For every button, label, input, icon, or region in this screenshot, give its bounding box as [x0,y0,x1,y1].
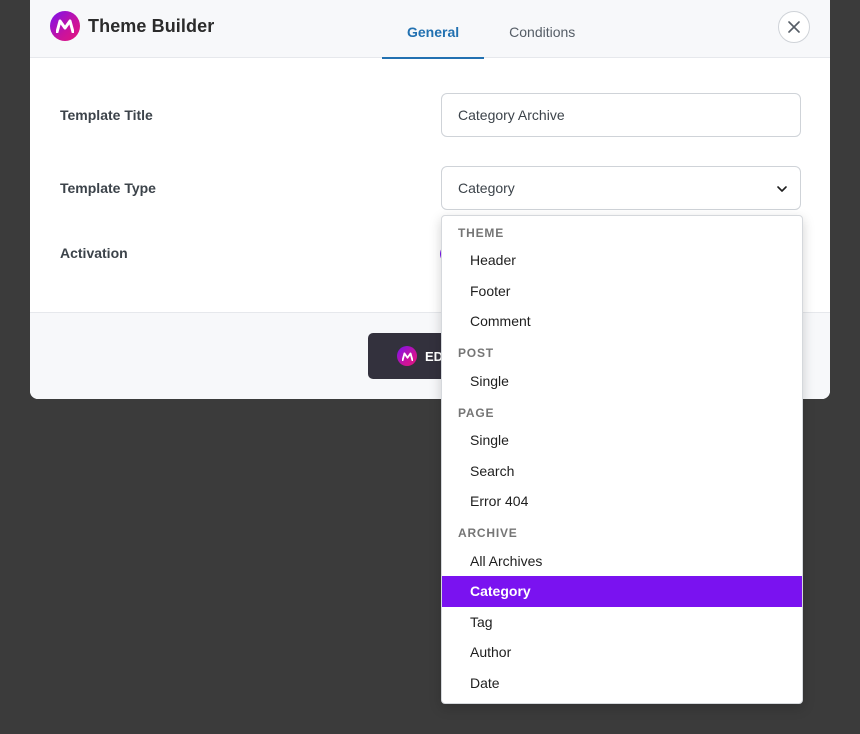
template-type-dropdown: THEME Header Footer Comment POST Single … [441,215,803,704]
app-title: Theme Builder [88,16,215,36]
activation-label: Activation [60,245,128,261]
option-category[interactable]: Category [442,576,802,607]
close-icon [788,21,800,33]
option-header[interactable]: Header [442,245,802,276]
close-button[interactable] [778,11,810,43]
dropdown-group-post: POST [458,346,494,360]
option-comment[interactable]: Comment [442,306,802,337]
template-title-input[interactable]: Category Archive [441,93,801,137]
option-post-single[interactable]: Single [442,366,802,397]
tab-conditions[interactable]: Conditions [484,0,600,58]
option-tag[interactable]: Tag [442,607,802,638]
template-type-select[interactable]: Category [441,166,801,210]
tab-general[interactable]: General [382,0,485,59]
template-type-label: Template Type [60,180,156,196]
tab-bar: General Conditions [382,0,600,59]
option-error-404[interactable]: Error 404 [442,486,802,517]
option-author[interactable]: Author [442,637,802,668]
template-type-value: Category [458,180,515,196]
dropdown-group-page: PAGE [458,405,495,420]
brand-logo-icon [50,11,80,41]
option-search[interactable]: Search [442,456,802,487]
dropdown-group-archive: ARCHIVE [458,526,518,540]
modal-header: Theme Builder General Conditions [30,0,830,59]
chevron-down-icon [777,186,787,192]
option-all-archives[interactable]: All Archives [442,546,802,577]
brand-logo-icon [397,346,417,366]
dropdown-group-theme: THEME [458,225,504,240]
option-date[interactable]: Date [442,668,802,699]
option-footer[interactable]: Footer [442,276,802,307]
template-title-label: Template Title [60,107,153,123]
option-page-single[interactable]: Single [442,425,802,456]
